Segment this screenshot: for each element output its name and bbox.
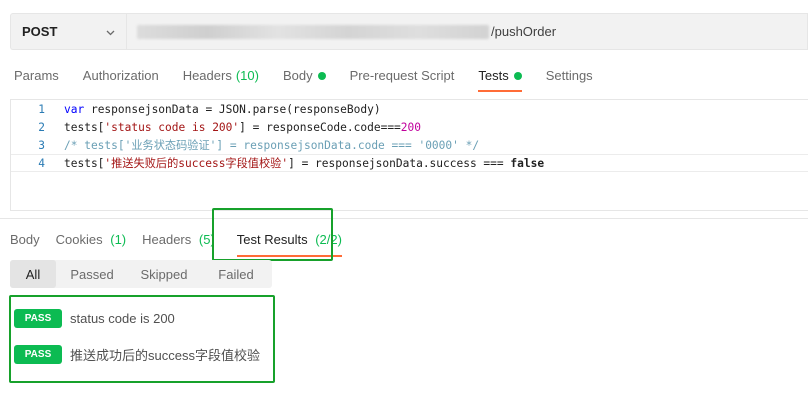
line-number: 2 bbox=[38, 120, 45, 134]
method-select[interactable]: POST bbox=[10, 13, 126, 50]
tab-authorization-label: Authorization bbox=[82, 68, 159, 83]
code-comment: /* tests['业务状态码验证'] = responsejsonData.c… bbox=[64, 139, 480, 152]
tab-settings-label: Settings bbox=[545, 68, 593, 83]
pane-divider[interactable] bbox=[0, 218, 808, 219]
pass-badge: PASS bbox=[14, 308, 62, 328]
tab-cookies[interactable]: Cookies (1) bbox=[56, 232, 126, 247]
tab-cookies-label: Cookies bbox=[55, 231, 103, 247]
code-text: ] = responseCode.code=== bbox=[239, 120, 401, 134]
code-string: '推送失败后的success字段值校验' bbox=[104, 157, 289, 170]
tab-headers[interactable]: Headers (10) bbox=[183, 66, 259, 92]
cookies-count: (1) bbox=[110, 231, 127, 247]
code-text: ] = responsejsonData.success === bbox=[288, 157, 511, 170]
method-label: POST bbox=[22, 24, 58, 39]
tab-settings[interactable]: Settings bbox=[546, 66, 593, 92]
code-keyword: var bbox=[64, 102, 85, 116]
pass-badge: PASS bbox=[14, 344, 62, 364]
code-line: 3 /* tests['业务状态码验证'] = responsejsonData… bbox=[11, 136, 808, 154]
code-text: tests[ bbox=[64, 157, 105, 170]
headers-count: (10) bbox=[235, 68, 259, 83]
tab-response-headers[interactable]: Headers (5) bbox=[142, 232, 215, 247]
tab-authorization[interactable]: Authorization bbox=[83, 66, 159, 92]
code-line-current: 4 tests['推送失败后的success字段值校验'] = response… bbox=[11, 154, 808, 172]
code-text: tests[ bbox=[64, 120, 105, 134]
code-line: 1 var responsejsonData = JSON.parse(resp… bbox=[11, 100, 808, 118]
highlight-box-test-results-tab bbox=[212, 208, 333, 261]
code-string: 'status code is 200' bbox=[104, 120, 240, 134]
tests-indicator-dot bbox=[513, 71, 522, 80]
tab-response-body[interactable]: Body bbox=[10, 232, 40, 247]
line-number: 1 bbox=[38, 102, 45, 116]
request-bar: POST /pushOrder bbox=[10, 13, 808, 50]
tab-tests[interactable]: Tests bbox=[478, 66, 523, 92]
filter-skipped[interactable]: Skipped bbox=[128, 260, 200, 288]
test-name: 推送成功后的success字段值校验 bbox=[70, 347, 260, 363]
line-number: 4 bbox=[38, 156, 45, 170]
tests-script-editor[interactable]: 1 var responsejsonData = JSON.parse(resp… bbox=[10, 99, 808, 211]
test-result-item: PASS status code is 200 bbox=[14, 308, 175, 328]
url-input[interactable]: /pushOrder bbox=[126, 13, 808, 50]
test-result-item: PASS 推送成功后的success字段值校验 bbox=[14, 344, 260, 364]
tab-response-headers-label: Headers bbox=[142, 231, 192, 247]
url-path: /pushOrder bbox=[491, 24, 557, 39]
test-name: status code is 200 bbox=[70, 310, 175, 326]
tab-headers-label: Headers bbox=[182, 68, 232, 83]
code-number: 200 bbox=[400, 120, 422, 134]
tab-pre-request-script[interactable]: Pre-request Script bbox=[350, 66, 455, 92]
tab-body-label: Body bbox=[282, 68, 313, 83]
tab-tests-label: Tests bbox=[478, 68, 509, 83]
filter-passed[interactable]: Passed bbox=[56, 260, 128, 288]
code-text: responsejsonData = JSON.parse(responseBo… bbox=[84, 102, 381, 116]
chevron-down-icon bbox=[106, 30, 115, 36]
tab-body[interactable]: Body bbox=[283, 66, 326, 92]
filter-failed[interactable]: Failed bbox=[200, 260, 272, 288]
redacted-url-host bbox=[137, 24, 489, 39]
code-keyword: false bbox=[510, 157, 545, 170]
result-filter-group: All Passed Skipped Failed bbox=[10, 260, 272, 288]
filter-all[interactable]: All bbox=[10, 260, 56, 288]
tab-pre-request-label: Pre-request Script bbox=[349, 68, 455, 83]
tab-params[interactable]: Params bbox=[14, 66, 59, 92]
code-line: 2 tests['status code is 200'] = response… bbox=[11, 118, 808, 136]
body-indicator-dot bbox=[317, 71, 326, 80]
line-number: 3 bbox=[38, 138, 45, 152]
request-tabs: Params Authorization Headers (10) Body Pr… bbox=[14, 66, 617, 92]
tab-params-label: Params bbox=[14, 68, 59, 83]
